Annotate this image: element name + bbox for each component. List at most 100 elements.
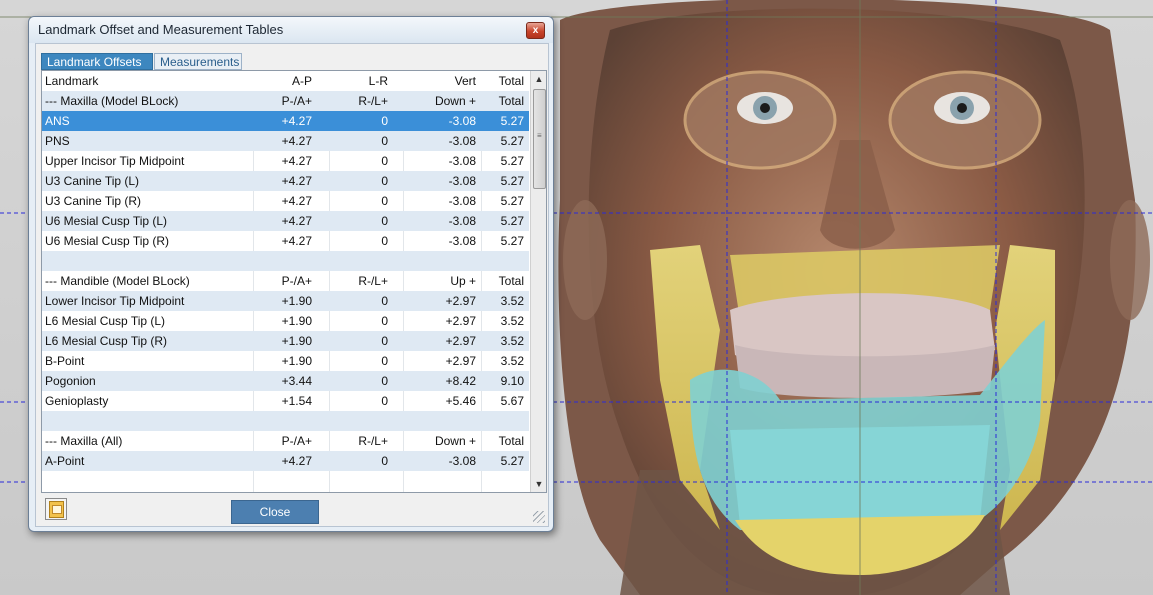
- table-row[interactable]: Genioplasty +1.54 0 +5.46 5.67: [42, 391, 529, 411]
- cell-ap: +1.54: [281, 394, 312, 408]
- cell-landmark: [45, 411, 253, 431]
- column-header-vert[interactable]: Vert: [404, 71, 488, 91]
- cell-lr: 0: [381, 314, 388, 328]
- cell-total: 5.27: [500, 134, 524, 148]
- table-row[interactable]: PNS +4.27 0 -3.08 5.27: [42, 131, 529, 151]
- cell-vert: +2.97: [445, 334, 476, 348]
- cell-lr: 0: [381, 174, 388, 188]
- landmark-offset-dialog: Landmark Offset and Measurement Tables x…: [28, 16, 554, 532]
- group-header-row[interactable]: --- Maxilla (All) P-/A+ R-/L+ Down + Total: [42, 431, 529, 451]
- table-row[interactable]: Lower Incisor Tip Midpoint +1.90 0 +2.97 3.5…: [42, 291, 529, 311]
- cell-landmark: B-Point: [45, 354, 85, 368]
- export-icon: [49, 501, 64, 518]
- cell-total: 3.52: [500, 314, 524, 328]
- cell-lr: 0: [381, 394, 388, 408]
- cell-ap: P-/A+: [281, 94, 312, 108]
- cell-total: Total: [498, 94, 524, 108]
- landmark-offset-table[interactable]: Landmark A-P L-R Vert Total --- Maxilla …: [41, 70, 547, 493]
- cell-landmark: Upper Incisor Tip Midpoint: [45, 154, 185, 168]
- tab-measurements[interactable]: Measurements: [154, 53, 242, 70]
- dialog-titlebar[interactable]: Landmark Offset and Measurement Tables x: [29, 17, 553, 43]
- cell-landmark: Pogonion: [45, 374, 96, 388]
- column-header-landmark[interactable]: Landmark: [45, 71, 253, 91]
- scroll-thumb[interactable]: ≡: [533, 89, 546, 189]
- dialog-title: Landmark Offset and Measurement Tables: [38, 22, 284, 37]
- cell-lr: R-/L+: [358, 274, 388, 288]
- table-row[interactable]: Pogonion +3.44 0 +8.42 9.10: [42, 371, 529, 391]
- cell-lr: 0: [381, 334, 388, 348]
- cell-total: 5.27: [500, 234, 524, 248]
- column-header-lr[interactable]: L-R: [330, 71, 402, 91]
- cell-vert: [404, 411, 488, 431]
- cell-total: Total: [498, 274, 524, 288]
- cell-lr: 0: [381, 214, 388, 228]
- close-button[interactable]: Close: [231, 500, 319, 524]
- scroll-up-arrow-icon[interactable]: ▲: [531, 71, 546, 87]
- export-button[interactable]: [45, 498, 67, 520]
- group-header-row[interactable]: --- Maxilla (Model BLock) P-/A+ R-/L+ Down …: [42, 91, 529, 111]
- table-row[interactable]: L6 Mesial Cusp Tip (R) +1.90 0 +2.97 3.52: [42, 331, 529, 351]
- cell-ap: P-/A+: [281, 274, 312, 288]
- cell-ap: +4.27: [281, 454, 312, 468]
- cell-total: 5.27: [500, 154, 524, 168]
- cell-total: 5.27: [500, 174, 524, 188]
- cell-landmark: U6 Mesial Cusp Tip (L): [45, 214, 168, 228]
- cell-vert: -3.08: [448, 114, 476, 128]
- cell-lr: 0: [381, 294, 388, 308]
- cell-ap: +4.27: [281, 174, 312, 188]
- table-row[interactable]: L6 Mesial Cusp Tip (L) +1.90 0 +2.97 3.52: [42, 311, 529, 331]
- cell-lr: 0: [381, 234, 388, 248]
- group-header-row[interactable]: --- Mandible (Model BLock) P-/A+ R-/L+ Up +…: [42, 271, 529, 291]
- table-row[interactable]: Upper Incisor Tip Midpoint +4.27 0 -3.08 5.2…: [42, 151, 529, 171]
- table-row[interactable]: U6 Mesial Cusp Tip (R) +4.27 0 -3.08 5.27: [42, 231, 529, 251]
- cell-ap: +1.90: [281, 294, 312, 308]
- cell-lr: 0: [381, 194, 388, 208]
- table-row[interactable]: A-Point +4.27 0 -3.08 5.27: [42, 451, 529, 471]
- table-scrollbar[interactable]: ▲ ≡ ▼: [530, 71, 546, 492]
- column-header-total[interactable]: Total: [482, 71, 529, 91]
- cell-ap: +4.27: [281, 134, 312, 148]
- cell-vert: -3.08: [448, 194, 476, 208]
- cell-lr: R-/L+: [358, 94, 388, 108]
- cell-vert: -3.08: [448, 154, 476, 168]
- cell-total: [482, 251, 529, 271]
- resize-grip-icon[interactable]: [533, 511, 545, 523]
- cell-total: 5.27: [500, 214, 524, 228]
- cell-ap: [254, 411, 326, 431]
- column-header-ap[interactable]: A-P: [254, 71, 326, 91]
- cell-ap: +4.27: [281, 114, 312, 128]
- blank-row[interactable]: [42, 251, 529, 271]
- table-header: Landmark A-P L-R Vert Total: [42, 71, 529, 92]
- table-row[interactable]: B-Point +1.90 0 +2.97 3.52: [42, 351, 529, 371]
- dialog-client-area: Landmark Offsets Measurements Landmark A…: [35, 43, 549, 527]
- blank-row[interactable]: [42, 411, 529, 431]
- cell-total: 3.52: [500, 294, 524, 308]
- grip-icon: ≡: [537, 131, 542, 140]
- table-row[interactable]: U3 Canine Tip (R) +4.27 0 -3.08 5.27: [42, 191, 529, 211]
- table-row[interactable]: U3 Canine Tip (L) +4.27 0 -3.08 5.27: [42, 171, 529, 191]
- cell-lr: 0: [381, 154, 388, 168]
- tab-landmark-offsets[interactable]: Landmark Offsets: [41, 53, 153, 70]
- table-row[interactable]: U6 Mesial Cusp Tip (L) +4.27 0 -3.08 5.27: [42, 211, 529, 231]
- cell-lr: [330, 411, 402, 431]
- cell-vert: -3.08: [448, 134, 476, 148]
- cell-landmark: U3 Canine Tip (R): [45, 194, 142, 208]
- cell-landmark: [45, 251, 253, 271]
- cell-vert: -3.08: [448, 234, 476, 248]
- cell-landmark: --- Maxilla (All): [45, 434, 123, 448]
- cell-landmark: A-Point: [45, 454, 85, 468]
- cell-total: 5.67: [500, 394, 524, 408]
- cell-total: Total: [498, 434, 524, 448]
- scroll-down-arrow-icon[interactable]: ▼: [531, 476, 546, 492]
- cell-landmark: PNS: [45, 134, 70, 148]
- cell-ap: +4.27: [281, 214, 312, 228]
- cell-ap: +3.44: [281, 374, 312, 388]
- table-row[interactable]: ANS +4.27 0 -3.08 5.27: [42, 111, 529, 131]
- cell-landmark: U6 Mesial Cusp Tip (R): [45, 234, 170, 248]
- cell-vert: +8.42: [445, 374, 476, 388]
- cell-landmark: --- Mandible (Model BLock): [45, 274, 190, 288]
- cell-total: 3.52: [500, 354, 524, 368]
- cell-total: 5.27: [500, 114, 524, 128]
- window-close-button[interactable]: x: [526, 22, 545, 39]
- cell-landmark: ANS: [45, 114, 70, 128]
